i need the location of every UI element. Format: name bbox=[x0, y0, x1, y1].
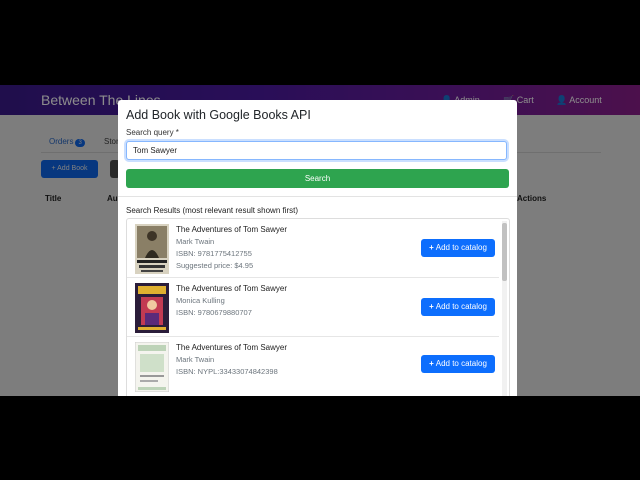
plus-icon: + bbox=[429, 359, 434, 368]
result-title: The Adventures of Tom Sawyer bbox=[176, 284, 288, 293]
add-to-catalog-label: Add to catalog bbox=[435, 302, 487, 311]
book-cover-icon bbox=[135, 342, 169, 392]
result-author: Mark Twain bbox=[176, 355, 215, 364]
book-cover-icon bbox=[135, 224, 169, 274]
orders-count-badge: 3 bbox=[75, 139, 85, 147]
nav-account-link[interactable]: 👤 Account bbox=[556, 95, 602, 106]
add-book-modal: Add Book with Google Books API Search qu… bbox=[118, 100, 517, 396]
modal-divider bbox=[118, 196, 517, 197]
add-to-catalog-label: Add to catalog bbox=[435, 359, 487, 368]
nav-cart-label: Cart bbox=[516, 95, 534, 105]
result-isbn: ISBN: 9780679880707 bbox=[176, 308, 252, 317]
result-suggested-price: Suggested price: $4.95 bbox=[176, 261, 254, 270]
result-item: The Adventures of Tom Sawyer Monica Kull… bbox=[127, 278, 499, 337]
search-query-input[interactable] bbox=[126, 141, 507, 160]
plus-icon: + bbox=[429, 243, 434, 252]
result-title: The Adventures of Tom Sawyer bbox=[176, 343, 288, 352]
results-scrollbar-thumb[interactable] bbox=[502, 223, 507, 281]
search-button[interactable]: Search bbox=[126, 169, 509, 188]
add-book-label: Add Book bbox=[57, 165, 88, 172]
column-header-actions: Actions bbox=[517, 194, 547, 203]
result-author: Mark Twain bbox=[176, 237, 215, 246]
search-results-label: Search Results (most relevant result sho… bbox=[126, 206, 299, 215]
search-results-list[interactable]: The Adventures of Tom Sawyer Mark Twain … bbox=[126, 218, 510, 396]
book-cover-icon bbox=[135, 283, 169, 333]
search-query-label: Search query * bbox=[126, 128, 179, 137]
add-to-catalog-button[interactable]: + Add to catalog bbox=[421, 355, 495, 373]
plus-icon: + bbox=[429, 302, 434, 311]
add-to-catalog-label: Add to catalog bbox=[435, 243, 487, 252]
column-header-author: Au bbox=[107, 194, 118, 203]
tab-orders-label: Orders bbox=[49, 137, 74, 146]
result-item: The Adventures of Tom Sawyer Mark Twain … bbox=[127, 219, 499, 278]
add-book-button[interactable]: + Add Book bbox=[41, 160, 98, 178]
tab-orders[interactable]: Orders 3 bbox=[49, 137, 85, 147]
add-to-catalog-button[interactable]: + Add to catalog bbox=[421, 239, 495, 257]
result-author: Monica Kulling bbox=[176, 296, 225, 305]
nav-account-label: Account bbox=[569, 95, 602, 105]
result-title: The Adventures of Tom Sawyer bbox=[176, 225, 288, 234]
column-header-title: Title bbox=[45, 194, 62, 203]
result-isbn: ISBN: 9781775412755 bbox=[176, 249, 252, 258]
result-isbn: ISBN: NYPL:33433074842398 bbox=[176, 367, 278, 376]
modal-title: Add Book with Google Books API bbox=[126, 108, 311, 122]
add-to-catalog-button[interactable]: + Add to catalog bbox=[421, 298, 495, 316]
result-item: The Adventures of Tom Sawyer Mark Twain … bbox=[127, 337, 499, 395]
